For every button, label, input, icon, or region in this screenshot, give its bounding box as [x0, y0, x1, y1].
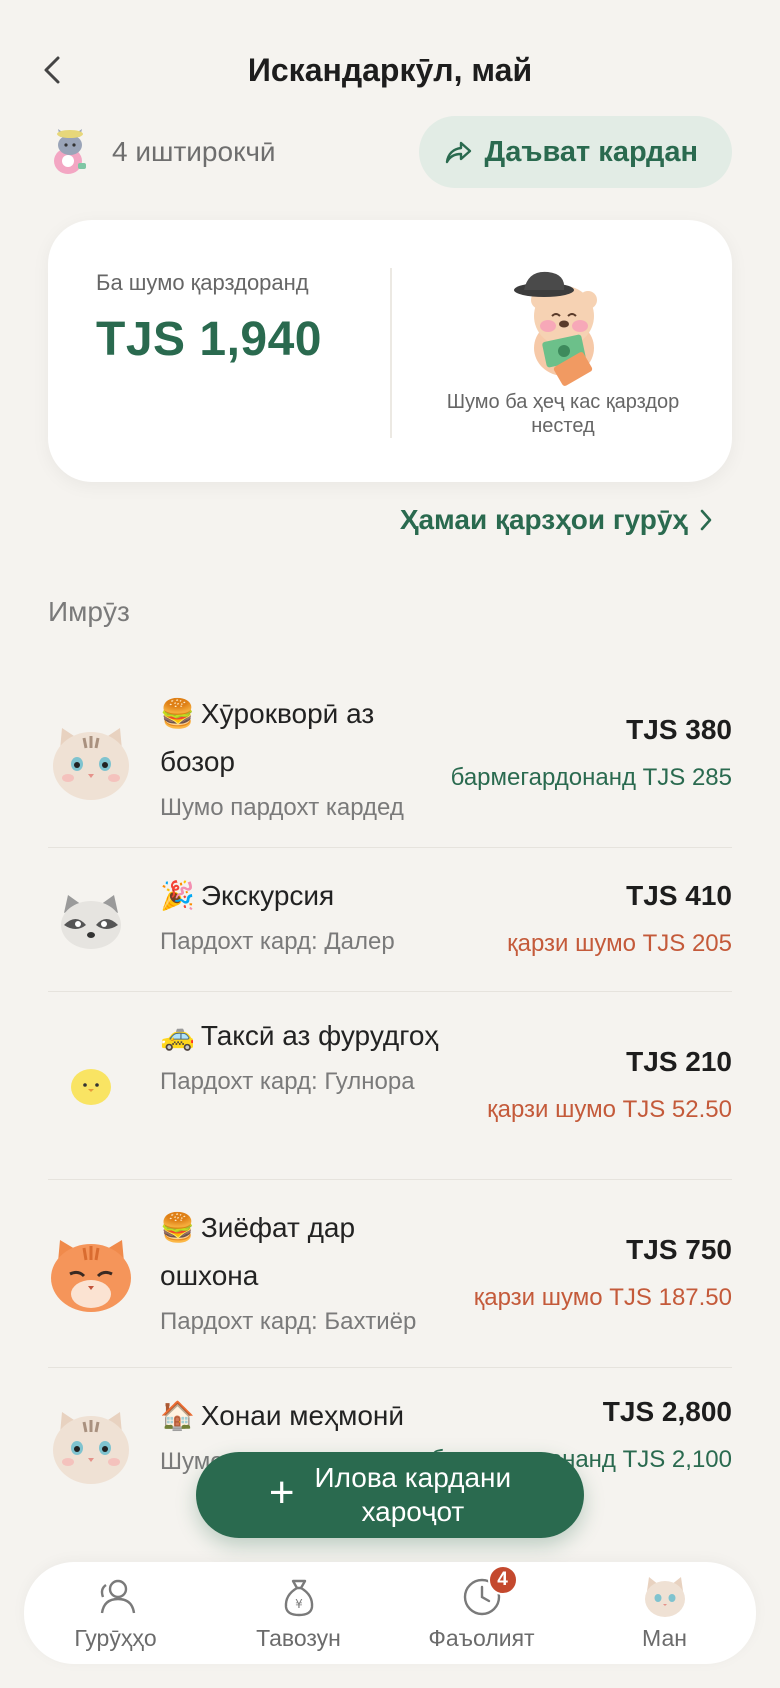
expense-item[interactable]: 🚕 Таксӣ аз фурудгоҳ Пардохт кард: Гулнора…: [48, 992, 732, 1180]
header: Искандаркӯл, май: [0, 40, 780, 100]
activity-badge: 4: [487, 1564, 518, 1595]
expense-amounts: TJS 380 бармегардонанд TJS 285: [451, 714, 732, 792]
tabby-cat-avatar-icon: [53, 1412, 129, 1484]
nav-groups[interactable]: Гурӯҳҳо: [31, 1575, 201, 1652]
burger-icon: 🍔: [160, 698, 195, 729]
nav-profile-label: Ман: [642, 1624, 687, 1651]
balance-caption: Ба шумо қарздоранд: [96, 270, 309, 295]
avatar: [48, 878, 134, 964]
expense-amounts: TJS 410 қарзи шумо TJS 205: [507, 880, 732, 958]
expense-amount: TJS 2,800: [602, 1396, 732, 1427]
expense-payer: Пардохт кард: Гулнора: [160, 1068, 415, 1095]
taxi-icon: 🚕: [160, 1020, 195, 1051]
add-expense-label-line2: хароҷот: [361, 1496, 465, 1527]
bear-mascot-icon: [514, 271, 597, 386]
balance-status: Шумо ба ҳеҷ кас қарздор нестед: [418, 266, 708, 438]
all-debts-label: Ҳамаи қарзҳои гурӯҳ: [399, 504, 688, 535]
card-divider: [390, 268, 392, 438]
expense-amount: TJS 750: [626, 1234, 732, 1265]
expense-amount: TJS 380: [626, 714, 732, 745]
add-expense-label: Илова кардани хароҷот: [315, 1461, 512, 1529]
expense-status: қарзи шумо TJS 205: [507, 930, 732, 957]
expense-status: қарзи шумо TJS 52.50: [487, 1096, 732, 1123]
party-popper-icon: 🎉: [160, 880, 195, 911]
nav-activity-label: Фаъолият: [428, 1624, 535, 1651]
profile-avatar-icon: [644, 1576, 685, 1617]
expense-details: 🍔 Зиёфат дар ошхона Пардохт кард: Бахтиёр: [160, 1204, 450, 1336]
members-avatar-icon: [54, 129, 86, 174]
page-title: Искандаркӯл, май: [247, 51, 533, 88]
expense-list: 🍔 Хӯрокворӣ аз бозор Шумо пардохт кардед …: [48, 668, 732, 1518]
avatar: [48, 1232, 134, 1318]
expense-title: 🏠 Хонаи меҳмонӣ: [160, 1392, 450, 1440]
expense-title-text: Экскурсия: [200, 880, 335, 911]
house-icon: 🏠: [160, 1400, 195, 1431]
groups-icon: [100, 1579, 135, 1613]
bottom-nav: Гурӯҳҳо ¥ Тавозун 4 Фаъолият Ман: [24, 1562, 756, 1664]
chick-avatar-icon: [71, 1069, 111, 1105]
balance-note: Шумо ба ҳеҷ кас қарздор нестед: [446, 391, 680, 437]
all-group-debts-link[interactable]: Ҳамаи қарзҳои гурӯҳ: [400, 498, 714, 542]
raccoon-avatar-icon: [61, 895, 121, 949]
expense-details: 🍔 Хӯрокворӣ аз бозор Шумо пардохт кардед: [160, 690, 450, 822]
expense-payer: Пардохт кард: Бахтиёр: [160, 1308, 417, 1335]
expense-item[interactable]: 🎉 Экскурсия Пардохт кард: Далер TJS 410 қ…: [48, 848, 732, 992]
expense-item[interactable]: 🍔 Хӯрокворӣ аз бозор Шумо пардохт кардед …: [48, 668, 732, 848]
members-row: 4 иштирокчӣ Даъват кардан: [48, 116, 732, 188]
plus-icon: +: [268, 1468, 295, 1517]
expense-title-text: Хонаи меҳмонӣ: [200, 1400, 405, 1431]
expense-details: 🚕 Таксӣ аз фурудгоҳ Пардохт кард: Гулнора: [160, 1012, 450, 1096]
members-count: 4 иштирокчӣ: [112, 136, 276, 167]
nav-balance-label: Тавозун: [256, 1624, 341, 1651]
nav-balance[interactable]: ¥ Тавозун: [214, 1575, 384, 1652]
add-expense-label-line1: Илова кардани: [314, 1462, 512, 1493]
money-bag-icon: ¥: [284, 1579, 313, 1616]
expense-status: қарзи шумо TJS 187.50: [473, 1284, 732, 1311]
chevron-left-icon: [44, 56, 60, 84]
expense-amounts: TJS 750 қарзи шумо TJS 187.50: [474, 1234, 732, 1312]
expense-amount: TJS 410: [626, 880, 732, 911]
tabby-cat-avatar-icon: [53, 728, 129, 800]
nav-profile[interactable]: Ман: [580, 1575, 750, 1652]
expense-payer: Шумо пардохт кардед: [160, 794, 404, 821]
invite-button[interactable]: Даъват кардан: [418, 116, 732, 188]
add-expense-button[interactable]: + Илова кардани хароҷот: [196, 1452, 584, 1538]
expense-status: бармегардонанд TJS 285: [450, 764, 732, 791]
nav-groups-label: Гурӯҳҳо: [74, 1624, 157, 1651]
expense-title: 🍔 Зиёфат дар ошхона: [160, 1204, 450, 1300]
expense-amounts: TJS 210 қарзи шумо TJS 52.50: [487, 1046, 732, 1124]
nav-activity[interactable]: 4 Фаъолият: [397, 1564, 567, 1652]
nav-activity-icon-wrap: 4: [460, 1564, 518, 1619]
orange-cat-avatar-icon: [51, 1240, 131, 1312]
expense-title: 🎉 Экскурсия: [160, 872, 450, 920]
svg-text:¥: ¥: [295, 1597, 303, 1611]
chevron-right-icon: [700, 509, 712, 531]
avatar: [48, 1042, 134, 1128]
expense-payer: Пардохт кард: Далер: [160, 928, 395, 955]
expense-amount: TJS 210: [626, 1046, 732, 1077]
members-summary[interactable]: 4 иштирокчӣ: [48, 127, 276, 177]
expense-item[interactable]: 🍔 Зиёфат дар ошхона Пардохт кард: Бахтиёр…: [48, 1180, 732, 1368]
back-button[interactable]: [34, 52, 70, 88]
expense-title-text: Таксӣ аз фурудгоҳ: [200, 1020, 439, 1051]
share-arrow-icon: [445, 141, 471, 164]
expense-details: 🎉 Экскурсия Пардохт кард: Далер: [160, 872, 450, 956]
avatar: [48, 720, 134, 806]
avatar: [48, 1404, 134, 1490]
section-title-today: Имрӯз: [48, 596, 130, 627]
expense-title: 🍔 Хӯрокворӣ аз бозор: [160, 690, 450, 786]
balance-amount: TJS 1,940: [96, 313, 322, 366]
expense-title: 🚕 Таксӣ аз фурудгоҳ: [160, 1012, 450, 1060]
burger-icon: 🍔: [160, 1212, 195, 1243]
invite-label: Даъват кардан: [484, 135, 698, 168]
balance-card: Ба шумо қарздоранд TJS 1,940 Шумо ба ҳеҷ…: [48, 220, 732, 482]
balance-summary: Ба шумо қарздоранд TJS 1,940: [96, 270, 322, 367]
